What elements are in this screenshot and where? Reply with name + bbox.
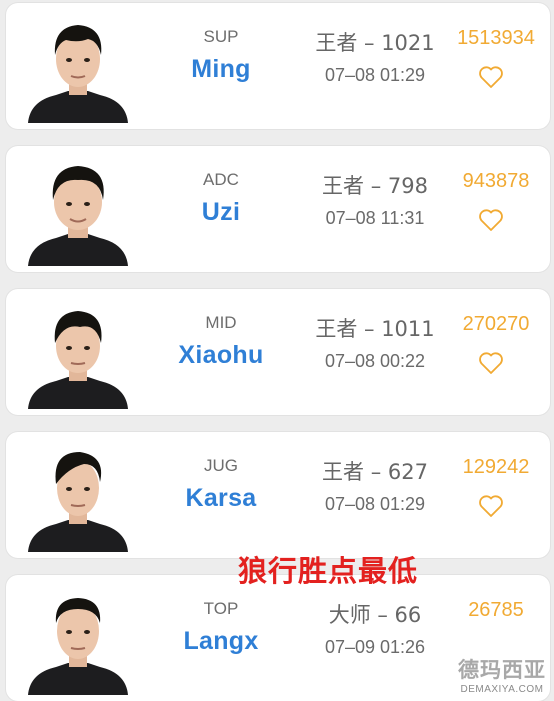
player-name[interactable]: Langx bbox=[156, 627, 286, 656]
match-time: 07–08 01:29 bbox=[324, 494, 426, 514]
player-rank: 王者 – 1021 bbox=[315, 31, 435, 55]
player-rank: 王者 – 627 bbox=[322, 460, 428, 484]
player-card[interactable]: MID Xiaohu 王者 – 1011 07–08 00:22 270270 bbox=[6, 289, 550, 415]
heart-outline-icon[interactable] bbox=[478, 494, 504, 518]
watermark: 德玛西亚 DEMAXIYA.COM bbox=[456, 654, 548, 695]
watermark-cn: 德玛西亚 bbox=[458, 658, 546, 682]
player-score: 943878 bbox=[462, 170, 530, 192]
player-avatar bbox=[28, 311, 128, 409]
overlay-caption: 狼行胜点最低 bbox=[238, 554, 419, 588]
player-role: ADC bbox=[203, 170, 239, 189]
player-name[interactable]: Karsa bbox=[156, 484, 286, 513]
heart-outline-icon[interactable] bbox=[478, 65, 504, 89]
player-card[interactable]: JUG Karsa 王者 – 627 07–08 01:29 129242 bbox=[6, 432, 550, 558]
heart-outline-icon[interactable] bbox=[478, 208, 504, 232]
player-role: TOP bbox=[203, 599, 239, 618]
match-time: 07–08 00:22 bbox=[324, 351, 426, 371]
player-avatar bbox=[28, 166, 128, 266]
player-score: 270270 bbox=[462, 313, 530, 335]
match-time: 07–09 01:26 bbox=[324, 637, 426, 657]
player-avatar bbox=[28, 25, 128, 123]
match-time: 07–08 01:29 bbox=[324, 65, 426, 85]
heart-outline-icon[interactable] bbox=[478, 351, 504, 375]
watermark-en: DEMAXIYA.COM bbox=[460, 684, 544, 695]
player-name[interactable]: Xiaohu bbox=[156, 341, 286, 370]
player-name[interactable]: Ming bbox=[156, 55, 286, 84]
player-role: MID bbox=[205, 313, 237, 332]
player-score: 26785 bbox=[468, 599, 524, 621]
player-role: SUP bbox=[203, 27, 239, 46]
player-score: 1513934 bbox=[457, 27, 535, 49]
player-card[interactable]: ADC Uzi 王者 – 798 07–08 11:31 943878 bbox=[6, 146, 550, 272]
player-avatar bbox=[28, 452, 128, 552]
player-avatar bbox=[28, 598, 128, 695]
match-time: 07–08 11:31 bbox=[325, 208, 425, 228]
player-rank: 王者 – 798 bbox=[322, 174, 428, 198]
player-name[interactable]: Uzi bbox=[156, 198, 286, 227]
player-rank: 大师 – 66 bbox=[328, 603, 422, 627]
player-role: JUG bbox=[204, 456, 238, 475]
player-card[interactable]: SUP Ming 王者 – 1021 07–08 01:29 1513934 bbox=[6, 3, 550, 129]
player-score: 129242 bbox=[462, 456, 530, 478]
player-rank: 王者 – 1011 bbox=[315, 317, 435, 341]
